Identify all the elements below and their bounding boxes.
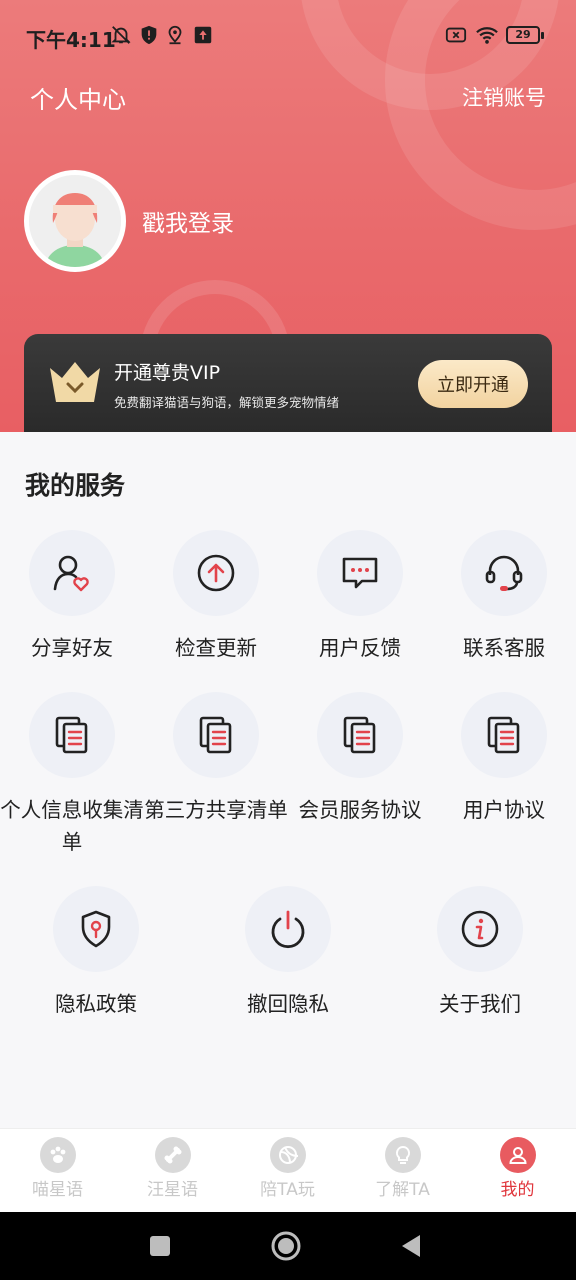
avatar[interactable] xyxy=(24,170,126,272)
service-label: 第三方共享清单 xyxy=(144,798,288,822)
info-icon xyxy=(461,910,499,948)
paw-icon xyxy=(39,1137,76,1173)
icon-circle xyxy=(317,530,403,616)
document-icon xyxy=(55,716,88,754)
open-vip-button[interactable]: 立即开通 xyxy=(418,360,528,408)
tab-label: 汪星语 xyxy=(147,1180,198,1200)
icon-circle xyxy=(29,692,115,778)
bone-icon xyxy=(154,1137,191,1173)
service-membership-agreement[interactable]: 会员服务协议 xyxy=(285,692,435,826)
tab-play-with-ta[interactable]: 陪TA玩 xyxy=(230,1137,345,1200)
icon-circle xyxy=(29,530,115,616)
no-sim-icon xyxy=(445,27,467,43)
status-bar: 下午4:11 29 xyxy=(0,0,576,70)
document-icon xyxy=(487,716,520,754)
service-label: 分享好友 xyxy=(31,636,113,660)
login-prompt[interactable]: 戳我登录 xyxy=(142,204,234,238)
recent-apps-icon[interactable] xyxy=(144,1230,176,1262)
icon-circle xyxy=(437,886,523,972)
tab-woof-language[interactable]: 汪星语 xyxy=(115,1137,230,1200)
tab-mine[interactable]: 我的 xyxy=(460,1137,575,1200)
service-label: 个人信息收集清单 xyxy=(0,798,144,854)
page-title: 个人中心 xyxy=(30,86,126,114)
user-icon xyxy=(499,1137,536,1173)
tab-know-ta[interactable]: 了解TA xyxy=(345,1137,460,1200)
service-user-agreement[interactable]: 用户协议 xyxy=(429,692,576,826)
tab-label: 我的 xyxy=(500,1180,535,1200)
message-icon xyxy=(342,557,378,589)
vip-subtitle: 免费翻译猫语与狗语，解锁更多宠物情绪 xyxy=(114,395,340,410)
system-navigation-bar xyxy=(0,1212,576,1280)
service-share-friend[interactable]: 分享好友 xyxy=(0,530,147,664)
service-third-party-list[interactable]: 第三方共享清单 xyxy=(141,692,291,826)
section-title: 我的服务 xyxy=(25,471,126,500)
location-icon xyxy=(168,25,182,45)
service-label: 会员服务协议 xyxy=(298,798,422,822)
icon-circle xyxy=(245,886,331,972)
wifi-icon xyxy=(476,27,498,44)
service-revoke-privacy[interactable]: 撤回隐私 xyxy=(213,886,363,1020)
bottom-tab-bar: 喵星语 汪星语 陪TA玩 了解TA 我的 xyxy=(0,1128,576,1212)
icon-circle xyxy=(173,530,259,616)
service-label: 联系客服 xyxy=(463,636,545,660)
service-personal-info-list[interactable]: 个人信息收集清单 xyxy=(0,692,147,858)
service-check-update[interactable]: 检查更新 xyxy=(141,530,291,664)
service-label: 隐私政策 xyxy=(55,992,137,1016)
vip-title: 开通尊贵VIP xyxy=(114,362,221,384)
service-customer-support[interactable]: 联系客服 xyxy=(429,530,576,664)
service-about-us[interactable]: 关于我们 xyxy=(405,886,555,1020)
status-time: 下午4:11 xyxy=(26,28,116,52)
service-feedback[interactable]: 用户反馈 xyxy=(285,530,435,664)
service-label: 用户协议 xyxy=(463,798,545,822)
icon-circle xyxy=(461,692,547,778)
icon-circle xyxy=(461,530,547,616)
bulb-icon xyxy=(384,1137,421,1173)
security-icon xyxy=(141,25,157,45)
tab-label: 了解TA xyxy=(375,1180,430,1200)
tab-meow-language[interactable]: 喵星语 xyxy=(0,1137,115,1200)
tab-label: 陪TA玩 xyxy=(260,1180,315,1200)
default-avatar-icon xyxy=(29,175,121,267)
document-icon xyxy=(199,716,232,754)
service-privacy-policy[interactable]: 隐私政策 xyxy=(21,886,171,1020)
icon-circle xyxy=(53,886,139,972)
power-icon xyxy=(271,910,305,949)
mute-icon xyxy=(111,26,131,44)
upload-icon xyxy=(194,26,212,44)
vip-card[interactable]: 开通尊贵VIP 免费翻译猫语与狗语，解锁更多宠物情绪 立即开通 xyxy=(24,334,552,432)
icon-circle xyxy=(173,692,259,778)
service-label: 撤回隐私 xyxy=(247,992,329,1016)
back-icon[interactable] xyxy=(396,1230,428,1262)
battery-indicator: 29 xyxy=(506,26,544,44)
profile-header: 下午4:11 29 个人中心 注销账号 戳我登录 开通尊贵VIP 免费翻译猫语与… xyxy=(0,0,576,432)
headset-icon xyxy=(485,555,523,591)
shield-icon xyxy=(81,910,111,948)
share-friend-icon xyxy=(53,555,89,592)
crown-icon xyxy=(50,362,100,402)
logout-account-button[interactable]: 注销账号 xyxy=(462,82,546,112)
icon-circle xyxy=(317,692,403,778)
service-label: 关于我们 xyxy=(439,992,521,1016)
ball-icon xyxy=(269,1137,306,1173)
home-icon[interactable] xyxy=(270,1230,302,1262)
service-label: 用户反馈 xyxy=(319,636,401,660)
document-icon xyxy=(343,716,376,754)
tab-label: 喵星语 xyxy=(32,1180,83,1200)
service-label: 检查更新 xyxy=(175,636,257,660)
upload-arrow-icon xyxy=(197,554,235,592)
